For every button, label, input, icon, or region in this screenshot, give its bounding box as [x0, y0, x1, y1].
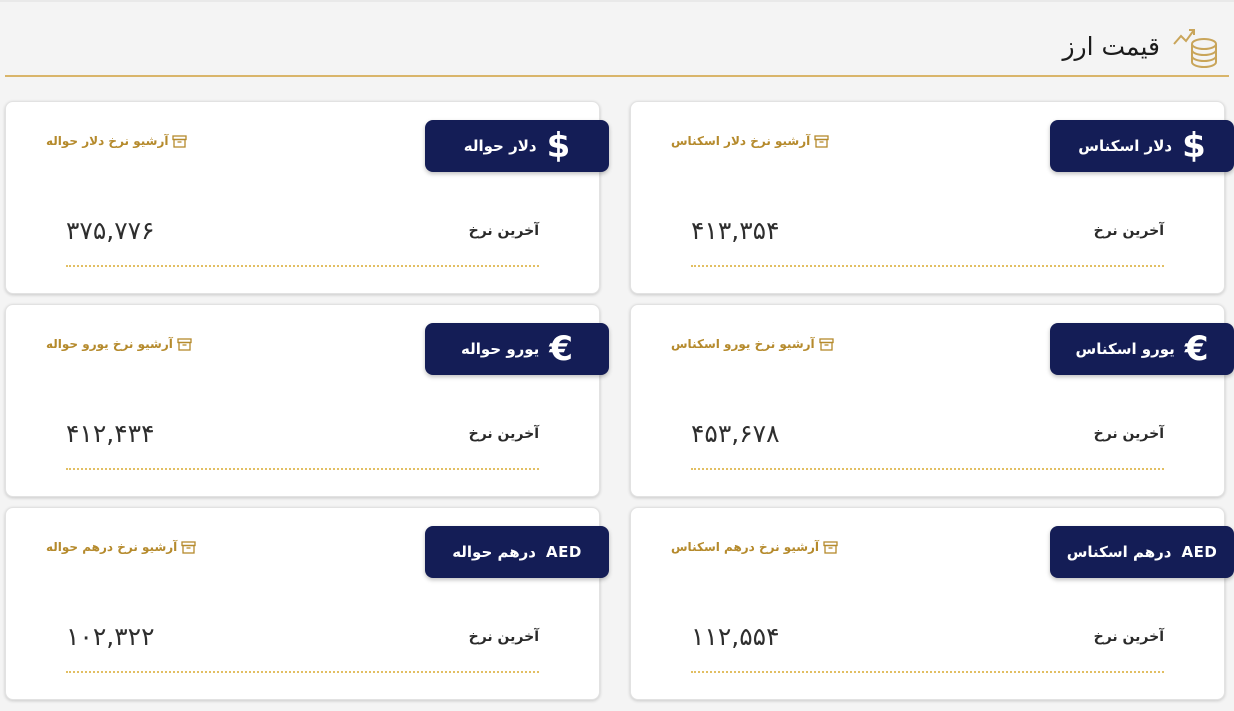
- archive-box-icon: [177, 337, 192, 351]
- aed-icon: AED: [1181, 542, 1218, 561]
- archive-link[interactable]: آرشیو نرخ یورو اسکناس: [671, 337, 834, 351]
- dotted-divider: [66, 265, 539, 267]
- last-rate-value: ۴۱۳,۳۵۴: [691, 216, 780, 245]
- archive-link-label: آرشیو نرخ درهم حواله: [46, 540, 178, 554]
- currency-name: دلار اسکناس: [1078, 137, 1173, 155]
- last-rate-label: آخرین نرخ: [1093, 223, 1164, 239]
- currency-card-euro-cash: € یورو اسکناس آرشیو نرخ یورو اسکناس آخری…: [630, 304, 1234, 497]
- header-underline: [5, 75, 1229, 77]
- archive-box-icon: [172, 134, 188, 148]
- archive-box-icon: [814, 134, 829, 148]
- last-rate-value: ۴۱۲,۴۳۴: [66, 419, 155, 448]
- last-rate-label: آخرین نرخ: [1093, 629, 1164, 645]
- last-rate-value: ۳۷۵,۷۷۶: [66, 216, 155, 245]
- aed-icon: AED: [546, 542, 582, 561]
- currency-prices-page: قیمت ارز $ دلار اسکناس آرشیو نرخ دلار اس…: [0, 0, 1234, 711]
- currency-name: یورو اسکناس: [1075, 340, 1175, 358]
- dotted-divider: [691, 265, 1164, 267]
- archive-link[interactable]: آرشیو نرخ درهم اسکناس: [671, 540, 838, 554]
- archive-link-label: آرشیو نرخ دلار اسکناس: [671, 134, 811, 148]
- currency-name: یورو حواله: [461, 340, 540, 358]
- currency-card-grid: $ دلار اسکناس آرشیو نرخ دلار اسکناس آخری…: [5, 101, 1234, 700]
- last-rate-label: آخرین نرخ: [468, 426, 539, 442]
- dollar-icon: $: [546, 126, 571, 166]
- currency-name: درهم حواله: [452, 543, 536, 561]
- currency-badge[interactable]: € یورو حواله: [425, 323, 609, 375]
- archive-link[interactable]: آرشیو نرخ درهم حواله: [46, 540, 196, 554]
- last-rate-label: آخرین نرخ: [468, 223, 539, 239]
- currency-badge[interactable]: AED درهم اسکناس: [1050, 526, 1234, 578]
- archive-link-label: آرشیو نرخ یورو حواله: [46, 337, 173, 351]
- currency-name: دلار حواله: [463, 137, 537, 155]
- last-rate-value: ۱۰۲,۳۲۲: [66, 622, 155, 651]
- page-title: قیمت ارز: [1062, 31, 1160, 61]
- dotted-divider: [66, 671, 539, 673]
- archive-link[interactable]: آرشیو نرخ یورو حواله: [46, 337, 192, 351]
- archive-box-icon: [823, 540, 838, 554]
- currency-card-euro-transfer: € یورو حواله آرشیو نرخ یورو حواله آخرین …: [5, 304, 609, 497]
- euro-icon: €: [1184, 329, 1209, 369]
- dotted-divider: [691, 468, 1164, 470]
- last-rate-value: ۴۵۳,۶۷۸: [691, 419, 780, 448]
- currency-badge[interactable]: AED درهم حواله: [425, 526, 609, 578]
- dotted-divider: [691, 671, 1164, 673]
- archive-box-icon: [819, 337, 834, 351]
- currency-badge[interactable]: $ دلار حواله: [425, 120, 609, 172]
- last-rate-label: آخرین نرخ: [468, 629, 539, 645]
- top-divider: [0, 0, 1234, 2]
- last-rate-value: ۱۱۲,۵۵۴: [691, 622, 780, 651]
- dotted-divider: [66, 468, 539, 470]
- archive-link-label: آرشیو نرخ درهم اسکناس: [671, 540, 820, 554]
- section-header: قیمت ارز: [1062, 18, 1222, 74]
- archive-link[interactable]: آرشیو نرخ دلار حواله: [46, 134, 188, 148]
- coins-chart-icon: [1173, 29, 1217, 68]
- currency-card-dirham-transfer: AED درهم حواله آرشیو نرخ درهم حواله آخری…: [5, 507, 609, 700]
- currency-badge[interactable]: € یورو اسکناس: [1050, 323, 1234, 375]
- currency-name: درهم اسکناس: [1066, 543, 1172, 561]
- archive-link-label: آرشیو نرخ دلار حواله: [46, 134, 169, 148]
- currency-card-dirham-cash: AED درهم اسکناس آرشیو نرخ درهم اسکناس آخ…: [630, 507, 1234, 700]
- currency-badge[interactable]: $ دلار اسکناس: [1050, 120, 1234, 172]
- dollar-icon: $: [1182, 126, 1206, 166]
- currency-card-dollar-cash: $ دلار اسکناس آرشیو نرخ دلار اسکناس آخری…: [630, 101, 1234, 294]
- last-rate-label: آخرین نرخ: [1093, 426, 1164, 442]
- archive-link-label: آرشیو نرخ یورو اسکناس: [671, 337, 815, 351]
- archive-box-icon: [181, 540, 196, 554]
- euro-icon: €: [549, 329, 573, 369]
- archive-link[interactable]: آرشیو نرخ دلار اسکناس: [671, 134, 829, 148]
- currency-card-dollar-transfer: $ دلار حواله آرشیو نرخ دلار حواله آخرین …: [5, 101, 609, 294]
